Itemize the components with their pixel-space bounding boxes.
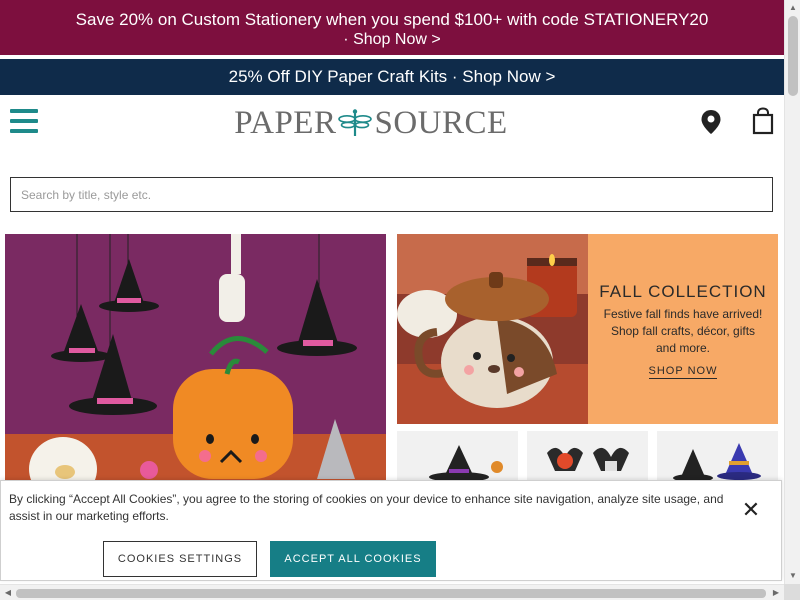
halloween-scene-illustration xyxy=(5,234,386,494)
scroll-down-arrow-icon[interactable]: ▼ xyxy=(785,568,800,584)
logo-text-left: PAPER xyxy=(234,104,337,141)
cookie-consent-banner: By clicking “Accept All Cookies”, you ag… xyxy=(0,480,782,581)
map-pin-icon[interactable] xyxy=(700,109,722,135)
vertical-scroll-thumb[interactable] xyxy=(788,16,798,96)
horizontal-scrollbar[interactable]: ◀ ▶ xyxy=(0,584,784,600)
logo-text-right: SOURCE xyxy=(374,104,508,141)
halloween-hero-image[interactable] xyxy=(5,234,386,494)
promo-banner-line1: Save 20% on Custom Stationery when you s… xyxy=(75,10,709,29)
cookies-settings-button[interactable]: COOKIES SETTINGS xyxy=(103,541,257,577)
fall-collection-description: Festive fall finds have arrived! Shop fa… xyxy=(603,307,763,355)
horizontal-scroll-thumb[interactable] xyxy=(16,589,766,598)
hedgehog-mug-illustration xyxy=(397,234,588,424)
site-header: PAPER SOURCE xyxy=(0,95,784,155)
fall-collection-banner[interactable]: FALL COLLECTION Festive fall finds have … xyxy=(397,234,778,424)
promo-banner-line2[interactable]: · Shop Now > xyxy=(0,30,784,50)
scrollbar-corner xyxy=(784,584,800,600)
fall-collection-shop-now-link[interactable]: SHOP NOW xyxy=(648,365,718,379)
close-icon[interactable]: ✕ xyxy=(740,499,762,522)
scroll-right-arrow-icon[interactable]: ▶ xyxy=(768,585,784,601)
promo-banner-stationery[interactable]: Save 20% on Custom Stationery when you s… xyxy=(0,0,784,55)
search-input[interactable] xyxy=(11,178,772,211)
page: Save 20% on Custom Stationery when you s… xyxy=(0,0,784,584)
site-logo[interactable]: PAPER SOURCE xyxy=(220,103,522,143)
shopping-bag-icon[interactable] xyxy=(752,107,774,135)
fall-collection-title: FALL COLLECTION xyxy=(599,282,767,301)
vertical-scrollbar[interactable]: ▲ ▼ xyxy=(784,0,800,584)
accept-all-cookies-button[interactable]: ACCEPT ALL COOKIES xyxy=(270,541,436,577)
search-field[interactable] xyxy=(10,177,773,212)
cookie-consent-message: By clicking “Accept All Cookies”, you ag… xyxy=(9,492,724,523)
fall-collection-photo xyxy=(397,234,588,424)
scroll-up-arrow-icon[interactable]: ▲ xyxy=(785,0,800,16)
dragonfly-logo-icon xyxy=(338,109,373,136)
fall-collection-panel: FALL COLLECTION Festive fall finds have … xyxy=(588,234,778,424)
hamburger-menu-icon[interactable] xyxy=(10,109,38,133)
scroll-left-arrow-icon[interactable]: ◀ xyxy=(0,585,16,601)
promo-banner-craft-kits[interactable]: 25% Off DIY Paper Craft Kits · Shop Now … xyxy=(0,59,784,95)
